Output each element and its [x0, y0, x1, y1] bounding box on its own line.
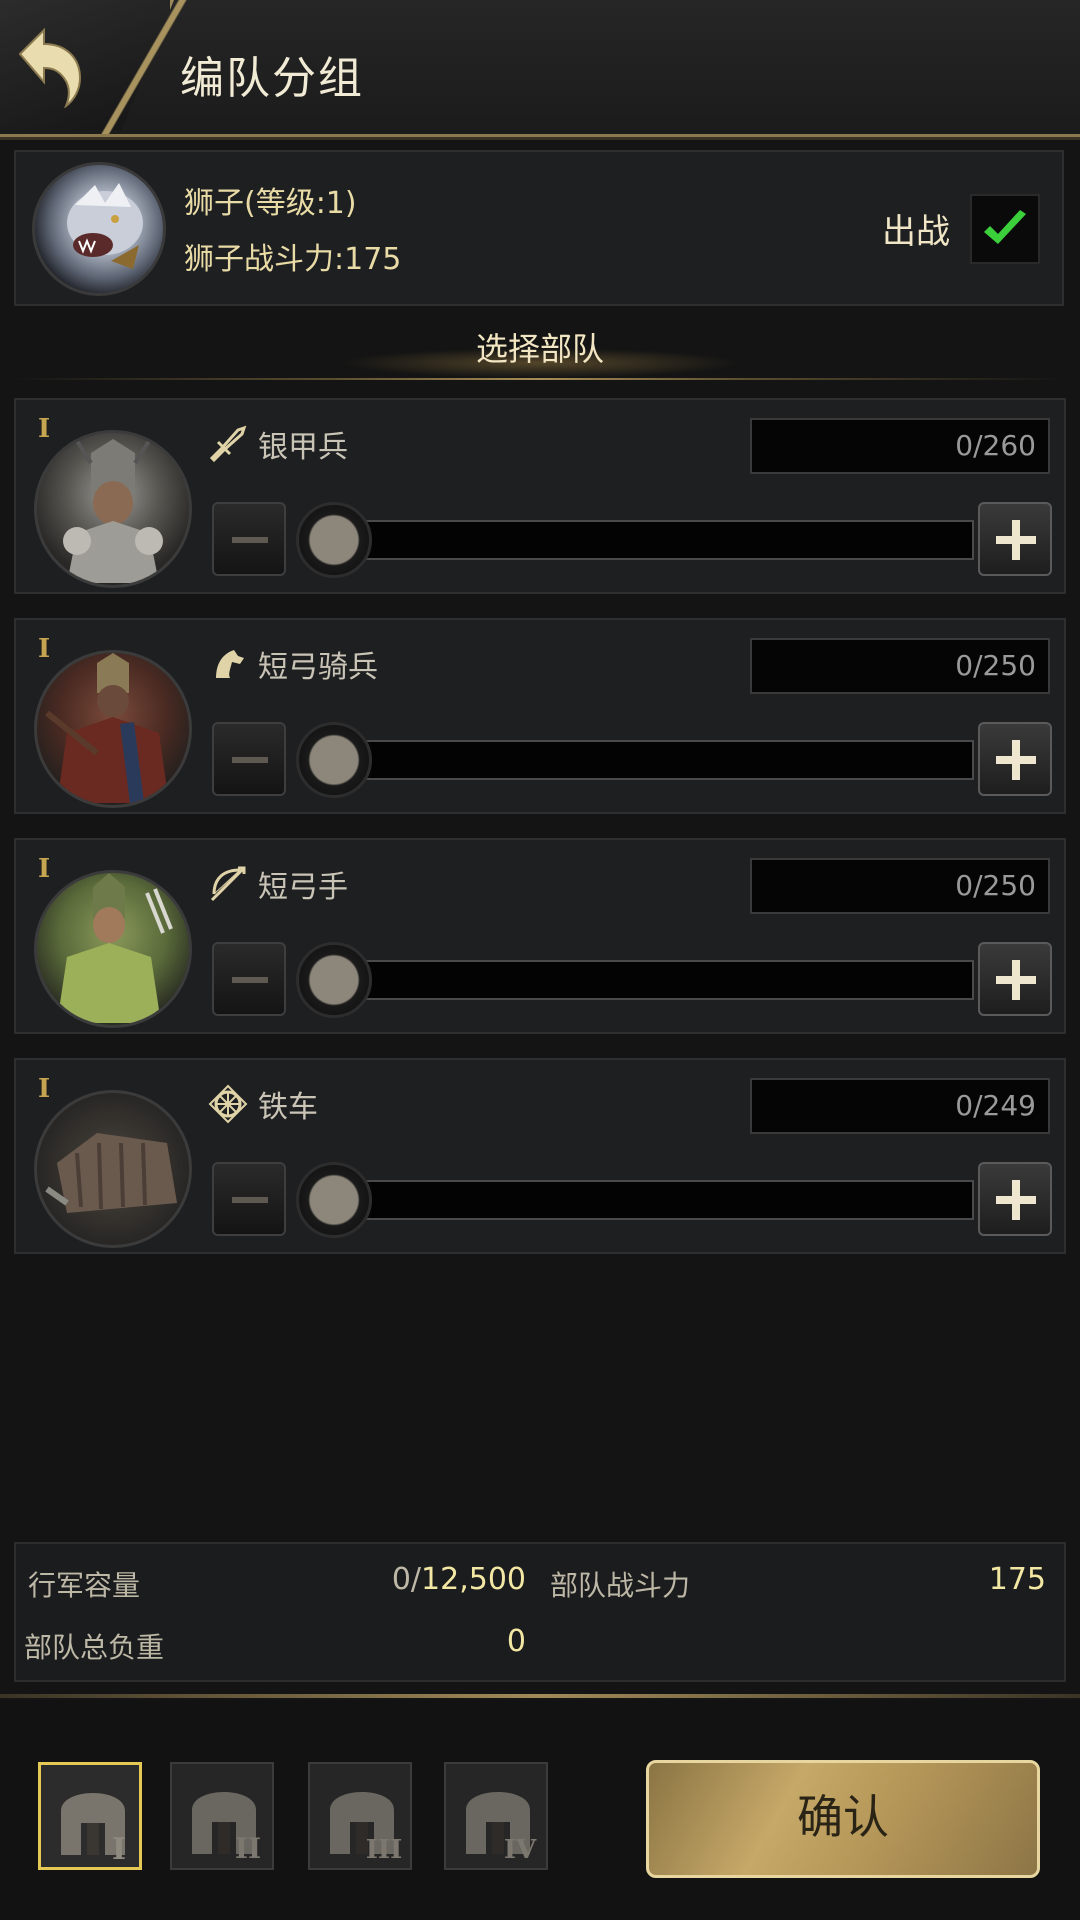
formation-numeral: IV	[504, 1835, 537, 1865]
confirm-button[interactable]: 确认	[646, 1760, 1040, 1878]
decrease-button[interactable]	[212, 502, 286, 576]
slider-track[interactable]	[316, 740, 974, 780]
helmet-icon: II	[192, 1792, 261, 1865]
increase-button[interactable]	[978, 1162, 1052, 1236]
slider-handle[interactable]	[296, 942, 372, 1018]
formation-tab-3[interactable]: III	[308, 1762, 412, 1870]
unit-row-silver-armor: I 银甲兵 0/260	[14, 398, 1066, 594]
deploy-checkbox[interactable]	[970, 194, 1040, 264]
formation-numeral: I	[112, 1832, 126, 1867]
count-input[interactable]: 0/250	[750, 638, 1050, 694]
slider-handle[interactable]	[296, 722, 372, 798]
unit-name: 银甲兵	[258, 430, 348, 465]
hero-name: 狮子(等级:1)	[184, 186, 357, 221]
stats-panel: 行军容量 0/12,500 部队战斗力 175 部队总负重 0	[14, 1542, 1066, 1682]
infantry-icon	[209, 425, 247, 463]
unit-row-horse-archer: I 短弓骑兵 0/250	[14, 618, 1066, 814]
unit-row-iron-cart: I 铁车 0/249	[14, 1058, 1066, 1254]
march-capacity-label: 行军容量	[28, 1569, 141, 1602]
formation-numeral: III	[366, 1835, 403, 1865]
helmet-icon: I	[61, 1793, 126, 1867]
march-capacity-used: 0/	[391, 1562, 422, 1597]
count-input[interactable]: 0/249	[750, 1078, 1050, 1134]
troop-power-value: 175	[988, 1562, 1046, 1597]
check-icon	[984, 210, 1026, 244]
back-arrow-icon	[18, 27, 82, 108]
hero-avatar[interactable]	[32, 162, 166, 296]
unit-portrait[interactable]	[34, 650, 192, 808]
count-input[interactable]: 0/260	[750, 418, 1050, 474]
increase-button[interactable]	[978, 502, 1052, 576]
decrease-button[interactable]	[212, 942, 286, 1016]
count-input[interactable]: 0/250	[750, 858, 1050, 914]
march-capacity-max: 12,500	[421, 1562, 526, 1597]
formation-tab-2[interactable]: II	[170, 1762, 274, 1870]
increase-button[interactable]	[978, 722, 1052, 796]
unit-portrait[interactable]	[34, 1090, 192, 1248]
decrease-button[interactable]	[212, 1162, 286, 1236]
hero-panel: 狮子(等级:1) 狮子战斗力:175 出战	[14, 150, 1064, 306]
siege-icon	[208, 1084, 248, 1124]
helmet-icon: III	[330, 1792, 403, 1865]
increase-button[interactable]	[978, 942, 1052, 1016]
section-title: 选择部队	[475, 330, 604, 368]
page-title: 编队分组	[180, 53, 364, 104]
archer-icon	[210, 866, 246, 902]
unit-row-archer: I 短弓手 0/250	[14, 838, 1066, 1034]
header-bar: 编队分组	[0, 0, 1080, 137]
slider-handle[interactable]	[296, 502, 372, 578]
unit-name: 铁车	[258, 1090, 318, 1125]
troop-power-label: 部队战斗力	[550, 1569, 691, 1602]
formation-tab-4[interactable]: IV	[444, 1762, 548, 1870]
bottom-divider	[0, 1694, 1080, 1698]
tier-mark: I	[38, 854, 51, 884]
decrease-button[interactable]	[212, 722, 286, 796]
unit-name: 短弓手	[258, 870, 348, 905]
helmet-icon: IV	[466, 1792, 537, 1865]
unit-name: 短弓骑兵	[258, 650, 378, 685]
slider-handle[interactable]	[296, 1162, 372, 1238]
section-divider	[14, 378, 1064, 380]
slider-track[interactable]	[316, 1180, 974, 1220]
hero-power: 狮子战斗力:175	[184, 242, 402, 277]
cavalry-icon	[216, 650, 244, 678]
tier-mark: I	[38, 414, 51, 444]
march-capacity-value: 0/12,500	[316, 1562, 526, 1597]
deploy-label: 出战	[882, 212, 950, 252]
tier-mark: I	[38, 1074, 51, 1104]
formation-tab-1[interactable]: I	[38, 1762, 142, 1870]
formation-numeral: II	[235, 1832, 261, 1865]
total-load-label: 部队总负重	[24, 1631, 165, 1664]
slider-track[interactable]	[316, 960, 974, 1000]
unit-portrait[interactable]	[34, 430, 192, 588]
slider-track[interactable]	[316, 520, 974, 560]
total-load-value: 0	[506, 1624, 526, 1659]
tier-mark: I	[38, 634, 51, 664]
unit-portrait[interactable]	[34, 870, 192, 1028]
